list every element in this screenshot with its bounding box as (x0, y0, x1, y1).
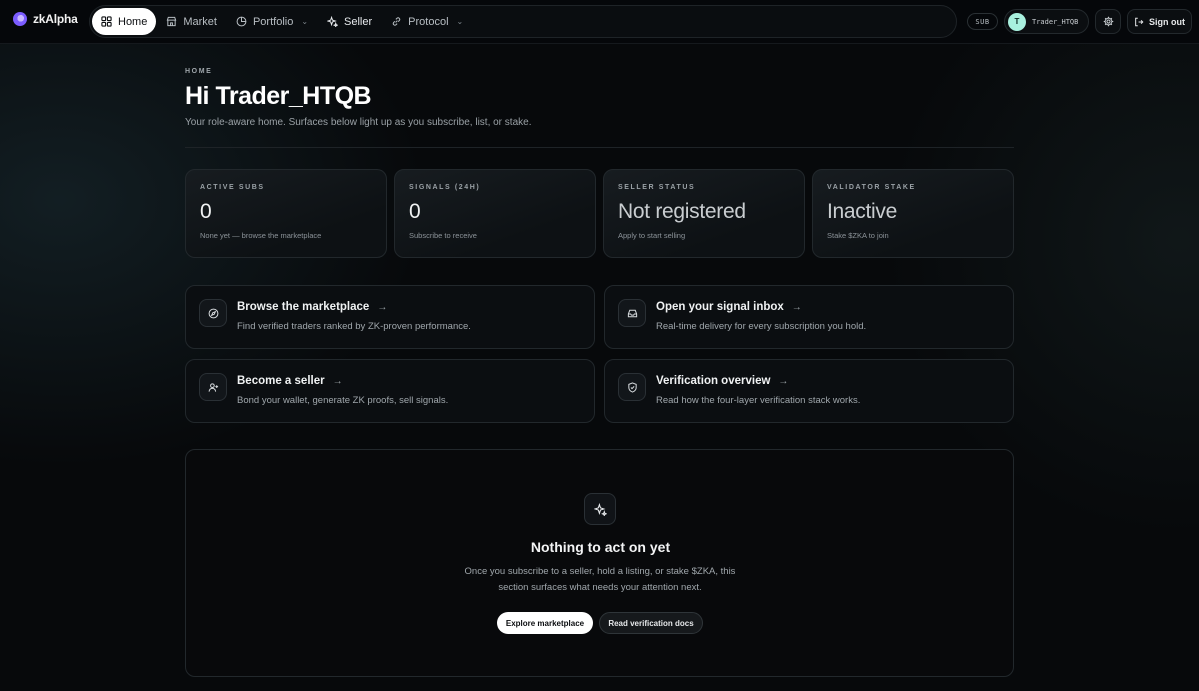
stat-value: Not registered (618, 200, 746, 223)
log-out-icon (1135, 17, 1144, 26)
stat-label: VALIDATOR STAKE (827, 184, 916, 191)
nav-item-label: Protocol (408, 15, 449, 28)
arrow-right-icon: → (778, 375, 789, 387)
nav-item-home[interactable]: Home (92, 8, 157, 35)
settings-button[interactable] (1095, 9, 1121, 34)
action-title: Become a seller → (237, 375, 343, 387)
shield-check-icon (627, 381, 637, 393)
sign-out-label: Sign out (1149, 16, 1185, 27)
action-desc: Real-time delivery for every subscriptio… (656, 321, 867, 332)
stat-note: Subscribe to receive (409, 231, 477, 240)
chevron-down-icon: ⌄ (301, 17, 309, 26)
empty-icon-box (584, 493, 616, 525)
action-icon-box (618, 373, 646, 401)
sparkles-icon (327, 16, 339, 27)
action-desc: Find verified traders ranked by ZK-prove… (237, 321, 471, 332)
role-badge: SUB (967, 13, 998, 30)
avatar: T (1008, 12, 1026, 31)
chevron-down-icon: ⌄ (456, 17, 464, 26)
nav-item-label: Market (183, 15, 217, 28)
page-title: Hi Trader_HTQB (185, 82, 372, 110)
empty-state-desc: Once you subscribe to a seller, hold a l… (464, 566, 736, 593)
action-card-browse-marketplace[interactable]: Browse the marketplace → Find verified tr… (185, 285, 595, 349)
arrow-right-icon: → (377, 301, 388, 313)
stat-note: Stake $ZKA to join (827, 231, 889, 240)
link-icon (392, 17, 401, 26)
user-plus-icon (208, 382, 218, 392)
compass-icon (208, 308, 218, 318)
action-desc: Bond your wallet, generate ZK proofs, se… (237, 395, 449, 406)
action-icon-box (199, 373, 227, 401)
action-icon-box (199, 299, 227, 327)
grid-icon (101, 16, 112, 27)
stat-label: SIGNALS (24H) (409, 184, 481, 191)
nav-item-market[interactable]: Market (157, 8, 226, 35)
stat-note: Apply to start selling (618, 231, 686, 240)
main-nav: Home Market Portfolio ⌄ Seller Protocol … (89, 5, 957, 38)
page-subtitle: Your role-aware home. Surfaces below lig… (185, 117, 532, 128)
username: Trader_HTQB (1032, 17, 1079, 26)
empty-state-panel: Nothing to act on yet Once you subscribe… (185, 449, 1014, 677)
nav-item-label: Seller (344, 15, 373, 28)
nav-item-portfolio[interactable]: Portfolio ⌄ (227, 8, 317, 35)
stat-card-signals: SIGNALS (24H) 0 Subscribe to receive (394, 169, 596, 258)
nav-item-seller[interactable]: Seller (318, 8, 381, 35)
nav-item-label: Home (118, 15, 148, 28)
divider (185, 147, 1014, 148)
action-card-verification-overview[interactable]: Verification overview → Read how the four… (604, 359, 1014, 423)
stat-value: 0 (200, 200, 212, 223)
stat-value: Inactive (827, 200, 897, 223)
page-eyebrow: HOME (185, 68, 213, 75)
stat-card-seller-status: SELLER STATUS Not registered Apply to st… (603, 169, 805, 258)
top-bar: zkAlpha Home Market Portfolio ⌄ Seller P… (0, 0, 1199, 44)
sign-out-button[interactable]: Sign out (1127, 9, 1192, 34)
arrow-right-icon: → (332, 375, 343, 387)
pie-chart-icon (236, 16, 247, 27)
sparkles-icon (593, 502, 607, 516)
action-icon-box (618, 299, 646, 327)
stat-value: 0 (409, 200, 421, 223)
store-icon (167, 16, 177, 27)
stat-card-validator-stake: VALIDATOR STAKE Inactive Stake $ZKA to j… (812, 169, 1014, 258)
action-title: Browse the marketplace → (237, 301, 388, 313)
nav-item-protocol[interactable]: Protocol ⌄ (382, 8, 472, 35)
action-card-signal-inbox[interactable]: Open your signal inbox → Real-time delive… (604, 285, 1014, 349)
inbox-icon (627, 309, 637, 317)
zkalpha-logo-icon (13, 12, 27, 26)
brand-name: zkAlpha (33, 12, 78, 26)
read-verification-docs-button[interactable]: Read verification docs (599, 612, 703, 634)
stat-label: ACTIVE SUBS (200, 184, 265, 191)
gear-icon (1103, 16, 1113, 27)
action-desc: Read how the four-layer verification sta… (656, 395, 861, 406)
empty-state-title: Nothing to act on yet (530, 539, 671, 555)
brand[interactable]: zkAlpha (13, 12, 78, 26)
action-title: Verification overview → (656, 375, 789, 387)
action-title: Open your signal inbox → (656, 301, 802, 313)
arrow-right-icon: → (791, 301, 802, 313)
stat-note: None yet — browse the marketplace (200, 231, 322, 240)
stat-label: SELLER STATUS (618, 184, 696, 191)
action-card-become-seller[interactable]: Become a seller → Bond your wallet, gener… (185, 359, 595, 423)
explore-marketplace-button[interactable]: Explore marketplace (497, 612, 593, 634)
stat-card-active-subs: ACTIVE SUBS 0 None yet — browse the mark… (185, 169, 387, 258)
nav-item-label: Portfolio (252, 15, 294, 28)
user-menu[interactable]: T Trader_HTQB (1004, 9, 1089, 34)
